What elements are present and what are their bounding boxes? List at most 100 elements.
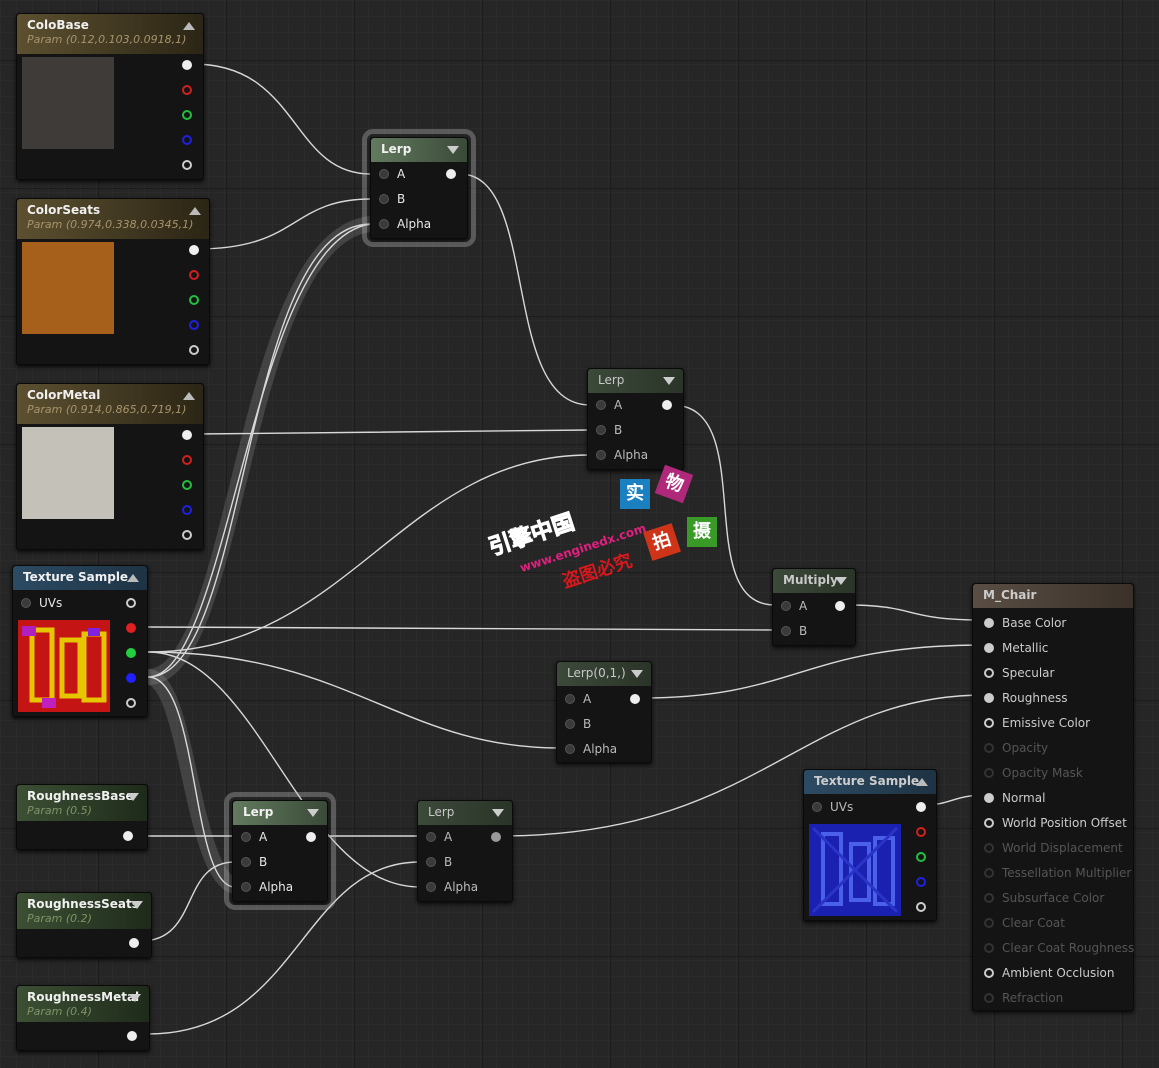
output-pin-rgb[interactable] <box>916 802 926 812</box>
input-pin-alpha[interactable] <box>379 219 389 229</box>
input-pin-a[interactable] <box>379 169 389 179</box>
expand-icon[interactable] <box>447 146 459 154</box>
output-pin-rgb[interactable] <box>189 245 199 255</box>
input-row-emissive-color[interactable]: Emissive Color <box>973 715 1133 733</box>
expand-icon[interactable] <box>131 901 143 909</box>
input-pin-alpha[interactable] <box>565 744 575 754</box>
input-pin[interactable] <box>984 843 994 853</box>
graph-canvas[interactable]: ColoBase Param (0.12,0.103,0.0918,1) Colo… <box>0 0 1159 1068</box>
input-pin[interactable] <box>984 768 994 778</box>
param-node-colobase[interactable]: ColoBase Param (0.12,0.103,0.0918,1) <box>16 13 204 180</box>
input-pin-a[interactable] <box>426 832 436 842</box>
output-pin[interactable] <box>446 169 456 179</box>
output-pin-b[interactable] <box>182 135 192 145</box>
input-pin-b[interactable] <box>426 857 436 867</box>
collapse-icon[interactable] <box>183 392 195 400</box>
input-pin[interactable] <box>984 818 994 828</box>
output-pin-r[interactable] <box>182 85 192 95</box>
input-pin-uvs[interactable] <box>812 802 822 812</box>
output-pin-a[interactable] <box>182 160 192 170</box>
lerp-node-3[interactable]: Lerp(0,1,) A B Alpha <box>556 661 652 763</box>
output-pin-g[interactable] <box>126 648 136 658</box>
input-pin[interactable] <box>984 668 994 678</box>
expand-icon[interactable] <box>307 809 319 817</box>
output-pin[interactable] <box>306 832 316 842</box>
lerp-node-2[interactable]: Lerp A B Alpha <box>587 368 684 470</box>
input-row-world-position-offset[interactable]: World Position Offset <box>973 815 1133 833</box>
collapse-icon[interactable] <box>189 207 201 215</box>
expand-icon[interactable] <box>492 809 504 817</box>
output-pin[interactable] <box>835 601 845 611</box>
output-pin[interactable] <box>123 831 133 841</box>
input-row-refraction[interactable]: Refraction <box>973 990 1133 1008</box>
output-pin-b[interactable] <box>126 673 136 683</box>
expand-icon[interactable] <box>129 994 141 1002</box>
input-pin-b[interactable] <box>781 626 791 636</box>
param-node-roughnessbase[interactable]: RoughnessBase Param (0.5) <box>16 784 148 850</box>
input-pin[interactable] <box>984 968 994 978</box>
collapse-icon[interactable] <box>916 778 928 786</box>
output-pin-r[interactable] <box>182 455 192 465</box>
collapse-icon[interactable] <box>183 22 195 30</box>
param-node-colorseats[interactable]: ColorSeats Param (0.974,0.338,0.0345,1) <box>16 198 210 365</box>
input-pin[interactable] <box>984 893 994 903</box>
lerp-node-5[interactable]: Lerp A B Alpha <box>417 800 513 902</box>
output-pin-g[interactable] <box>189 295 199 305</box>
input-row-tessellation-multiplier[interactable]: Tessellation Multiplier <box>973 865 1133 883</box>
output-pin[interactable] <box>127 1031 137 1041</box>
input-pin[interactable] <box>984 618 994 628</box>
input-pin[interactable] <box>984 693 994 703</box>
texture-sample-node[interactable]: Texture Sample UVs <box>12 565 148 717</box>
input-row-ambient-occlusion[interactable]: Ambient Occlusion <box>973 965 1133 983</box>
input-row-clear-coat-roughness[interactable]: Clear Coat Roughness <box>973 940 1134 958</box>
output-pin-a[interactable] <box>126 698 136 708</box>
input-pin[interactable] <box>984 943 994 953</box>
input-row-opacity-mask[interactable]: Opacity Mask <box>973 765 1133 783</box>
input-pin[interactable] <box>984 993 994 1003</box>
input-pin[interactable] <box>984 793 994 803</box>
input-pin[interactable] <box>984 868 994 878</box>
output-pin-b[interactable] <box>189 320 199 330</box>
collapse-icon[interactable] <box>127 574 139 582</box>
output-pin-b[interactable] <box>916 877 926 887</box>
param-node-colormetal[interactable]: ColorMetal Param (0.914,0.865,0.719,1) <box>16 383 204 550</box>
expand-icon[interactable] <box>631 670 643 678</box>
output-pin-g[interactable] <box>182 480 192 490</box>
output-pin-g[interactable] <box>916 852 926 862</box>
input-pin-b[interactable] <box>379 194 389 204</box>
input-pin-b[interactable] <box>565 719 575 729</box>
output-pin-a[interactable] <box>189 345 199 355</box>
texture-sample-node-normal[interactable]: Texture Sample UVs <box>803 769 937 921</box>
output-pin[interactable] <box>662 400 672 410</box>
input-pin-alpha[interactable] <box>426 882 436 892</box>
output-pin[interactable] <box>129 938 139 948</box>
input-row-world-displacement[interactable]: World Displacement <box>973 840 1133 858</box>
input-pin-a[interactable] <box>565 694 575 704</box>
input-row-opacity[interactable]: Opacity <box>973 740 1133 758</box>
input-pin[interactable] <box>984 918 994 928</box>
input-row-clear-coat[interactable]: Clear Coat <box>973 915 1133 933</box>
input-row-subsurface-color[interactable]: Subsurface Color <box>973 890 1133 908</box>
output-pin-rgb[interactable] <box>182 60 192 70</box>
expand-icon[interactable] <box>127 793 139 801</box>
param-node-roughnessmetal[interactable]: RoughnessMetal Param (0.4) <box>16 985 150 1051</box>
input-pin[interactable] <box>984 743 994 753</box>
output-pin-b[interactable] <box>182 505 192 515</box>
input-pin-alpha[interactable] <box>596 450 606 460</box>
expand-icon[interactable] <box>835 577 847 585</box>
input-pin-uvs[interactable] <box>21 598 31 608</box>
output-pin-rgb[interactable] <box>182 430 192 440</box>
lerp-node-1[interactable]: Lerp A B Alpha <box>362 129 476 247</box>
input-pin-b[interactable] <box>241 857 251 867</box>
lerp-node-4[interactable]: Lerp A B Alpha <box>224 792 336 910</box>
output-pin-a[interactable] <box>916 902 926 912</box>
input-pin-alpha[interactable] <box>241 882 251 892</box>
input-pin-a[interactable] <box>241 832 251 842</box>
output-pin-rgb[interactable] <box>126 598 136 608</box>
input-pin[interactable] <box>984 643 994 653</box>
expand-icon[interactable] <box>663 377 675 385</box>
input-row-roughness[interactable]: Roughness <box>973 690 1133 708</box>
output-pin[interactable] <box>630 694 640 704</box>
output-pin-r[interactable] <box>189 270 199 280</box>
multiply-node[interactable]: Multiply A B <box>772 568 856 646</box>
